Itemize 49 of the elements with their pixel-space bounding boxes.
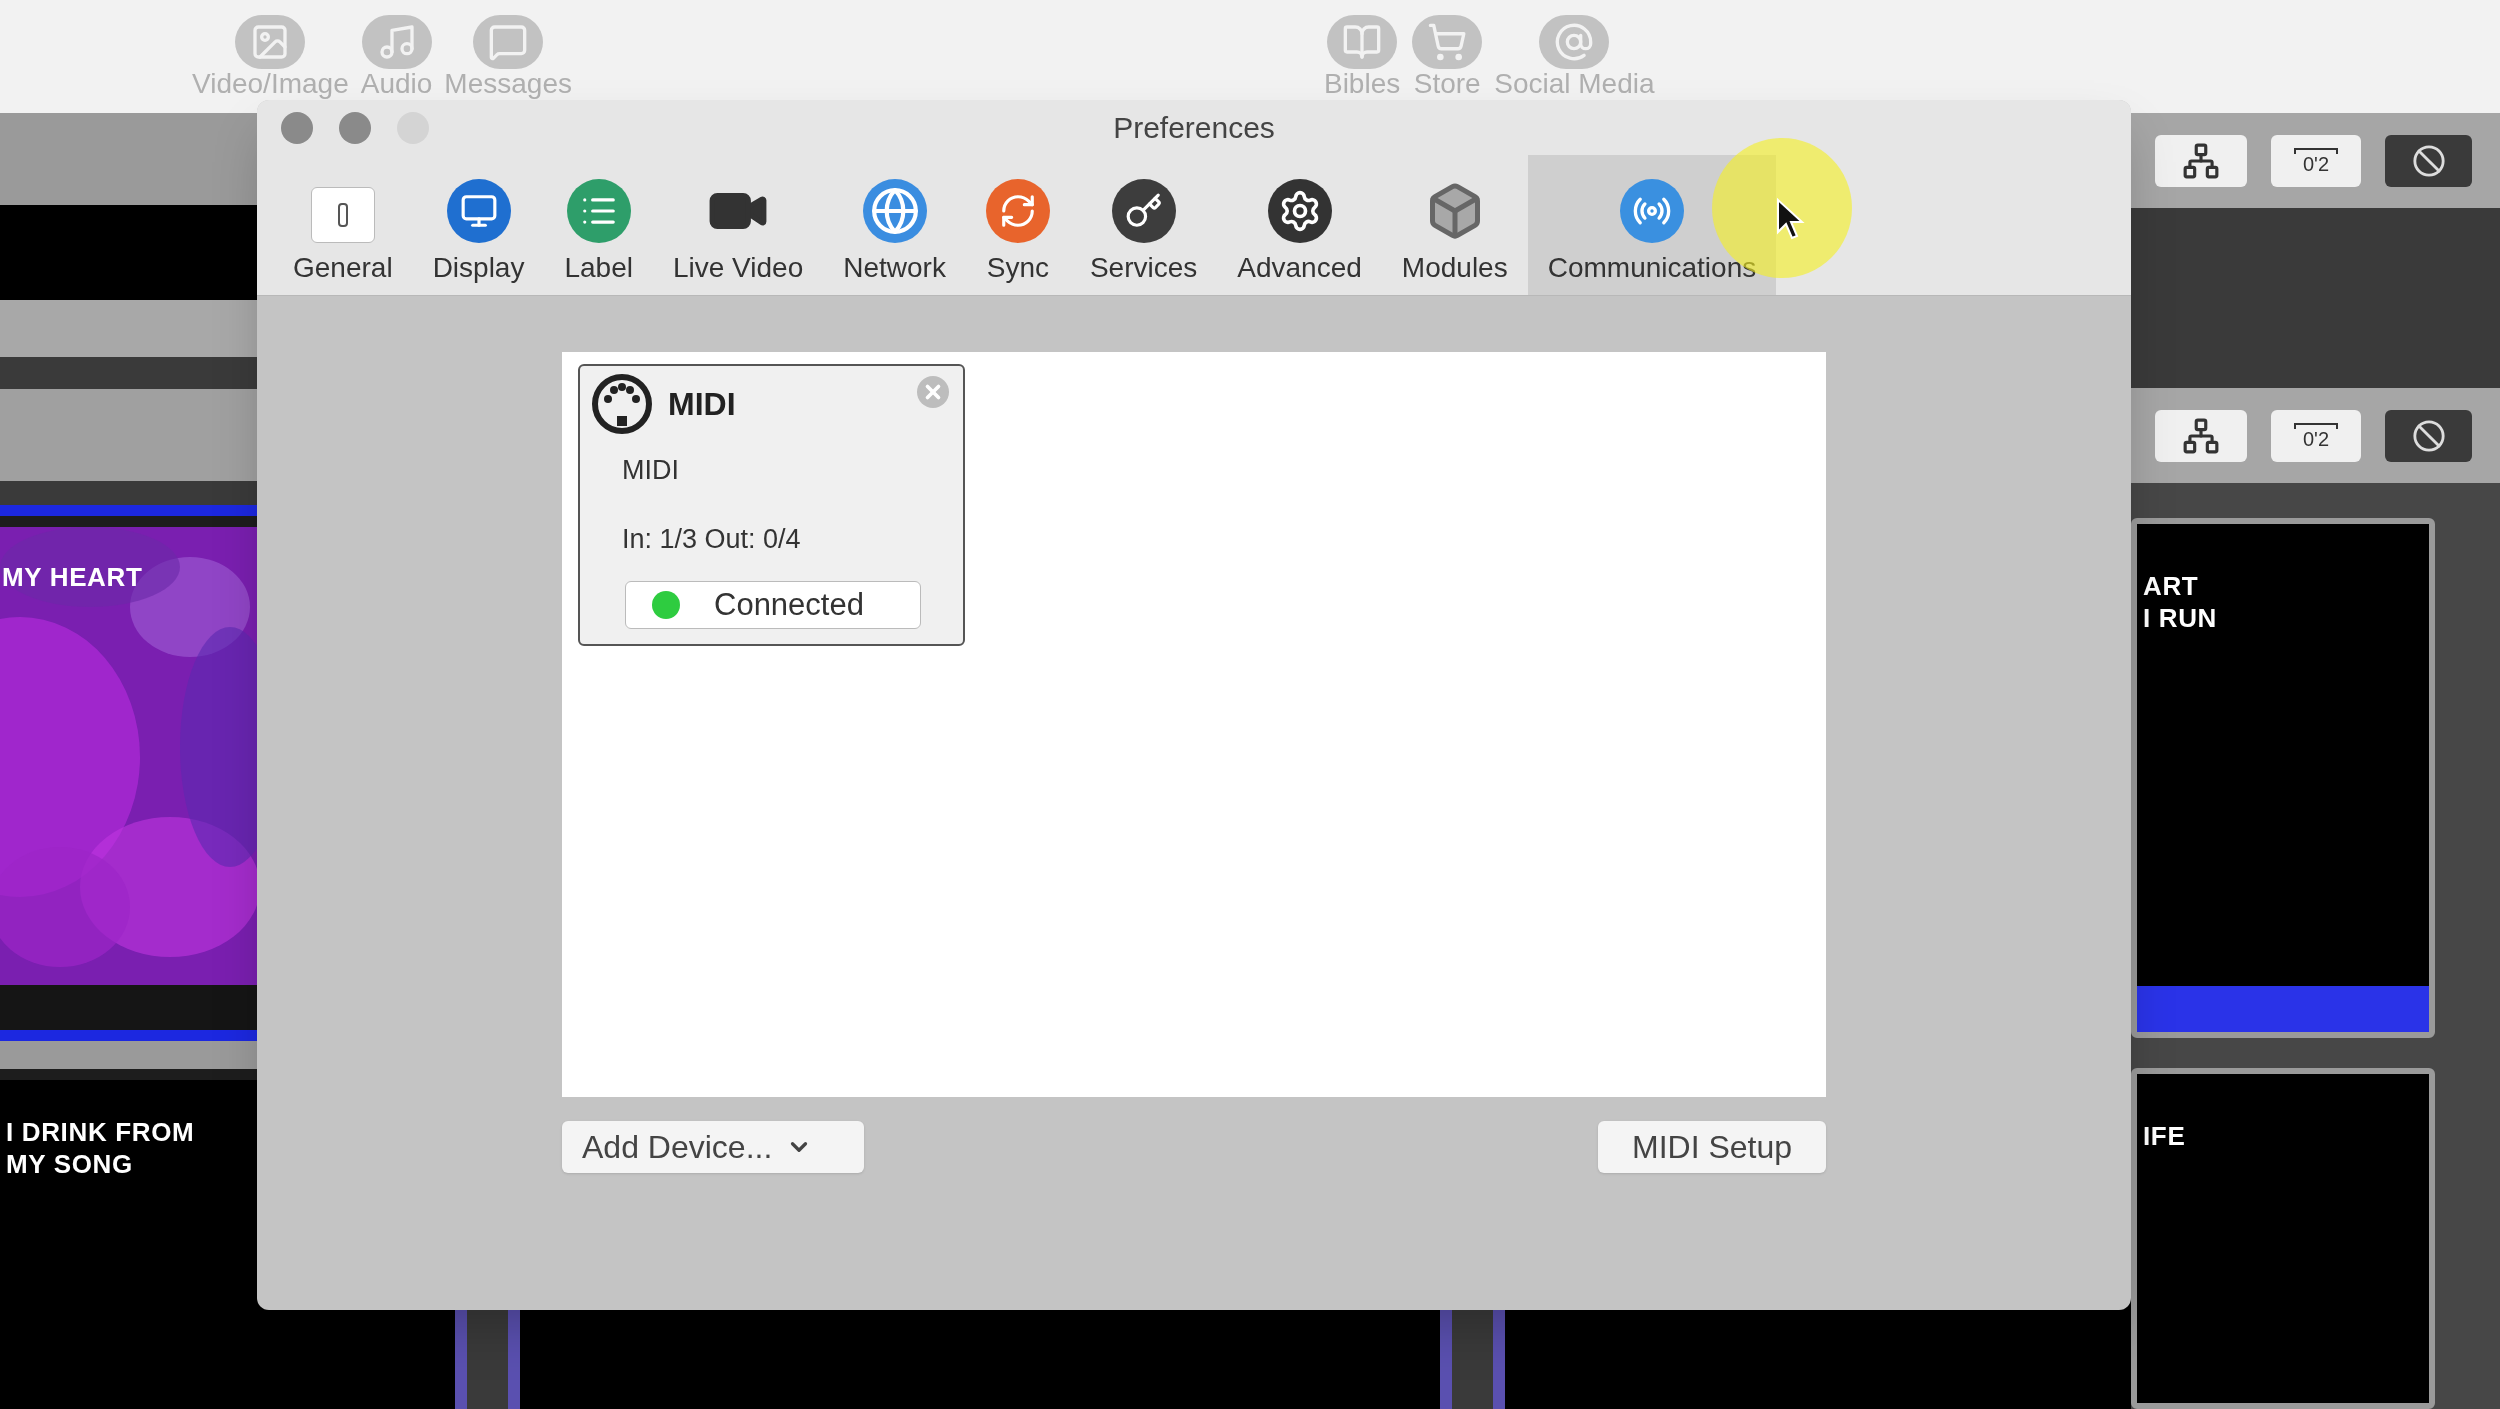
port-count: In: 1/3 Out: 0/4	[622, 522, 802, 556]
bible-icon	[1327, 15, 1398, 69]
slide-thumbnail[interactable]: MY HEART	[0, 527, 257, 985]
preference-tab[interactable]: Label	[544, 155, 653, 295]
slide-thumbnail[interactable]: IFE	[2131, 1068, 2435, 1409]
add-device-dropdown[interactable]: Add Device...	[562, 1121, 864, 1173]
preference-tab[interactable]: Communications	[1527, 155, 1777, 295]
device-name: MIDI	[668, 385, 736, 424]
preference-tab[interactable]: Display	[412, 155, 545, 295]
preference-tab[interactable]: Services	[1069, 155, 1218, 295]
prohibited-icon	[2411, 418, 2446, 453]
hierarchy-icon	[2182, 141, 2220, 180]
lyric-text: IFE	[2143, 1120, 2187, 1152]
layout-button[interactable]	[2155, 409, 2247, 462]
cursor-icon	[1776, 198, 1806, 240]
slide-thumbnail[interactable]: ART I RUN	[2131, 518, 2435, 1038]
layout-button[interactable]	[2155, 134, 2247, 187]
preference-tab[interactable]: Advanced	[1217, 155, 1382, 295]
switch-icon	[310, 187, 375, 243]
midi-setup-button[interactable]: MIDI Setup	[1598, 1121, 1826, 1173]
image-icon	[235, 15, 306, 69]
messages-icon	[473, 15, 544, 69]
disable-button[interactable]	[2385, 409, 2472, 462]
window-title: Preferences	[1113, 110, 1275, 146]
lyric-text: I DRINK FROM	[6, 1116, 196, 1148]
preference-tab[interactable]: General	[273, 155, 413, 295]
close-button[interactable]	[281, 112, 313, 144]
ruler-button[interactable]: 0'2	[2271, 409, 2361, 462]
lyric-text: MY SONG	[6, 1148, 134, 1180]
preference-tab[interactable]: Sync	[965, 155, 1070, 295]
social-icon	[1539, 15, 1610, 69]
status-button[interactable]: Connected	[625, 581, 921, 629]
midi-connector-icon	[590, 372, 654, 436]
minimize-button[interactable]	[339, 112, 371, 144]
preference-tab[interactable]: Network	[823, 155, 966, 295]
lyric-text: MY HEART	[2, 561, 143, 593]
preference-tab[interactable]: Live Video	[652, 155, 824, 295]
prohibited-icon	[2411, 143, 2446, 178]
lyric-text: I RUN	[2143, 602, 2219, 634]
disable-button[interactable]	[2385, 134, 2472, 187]
audio-icon	[361, 15, 432, 69]
device-type: MIDI	[622, 454, 680, 487]
hierarchy-icon	[2182, 416, 2220, 455]
slide-thumbnail[interactable]: I DRINK FROM MY SONG	[0, 1080, 257, 1409]
store-icon	[1412, 15, 1483, 69]
device-card[interactable]: MIDI MIDI In: 1/3 Out: 0/4 Connected	[578, 364, 965, 646]
lyric-text: ART	[2143, 570, 2200, 602]
preference-tab[interactable]: Modules	[1381, 155, 1528, 295]
ruler-button[interactable]: 0'2	[2271, 134, 2361, 187]
